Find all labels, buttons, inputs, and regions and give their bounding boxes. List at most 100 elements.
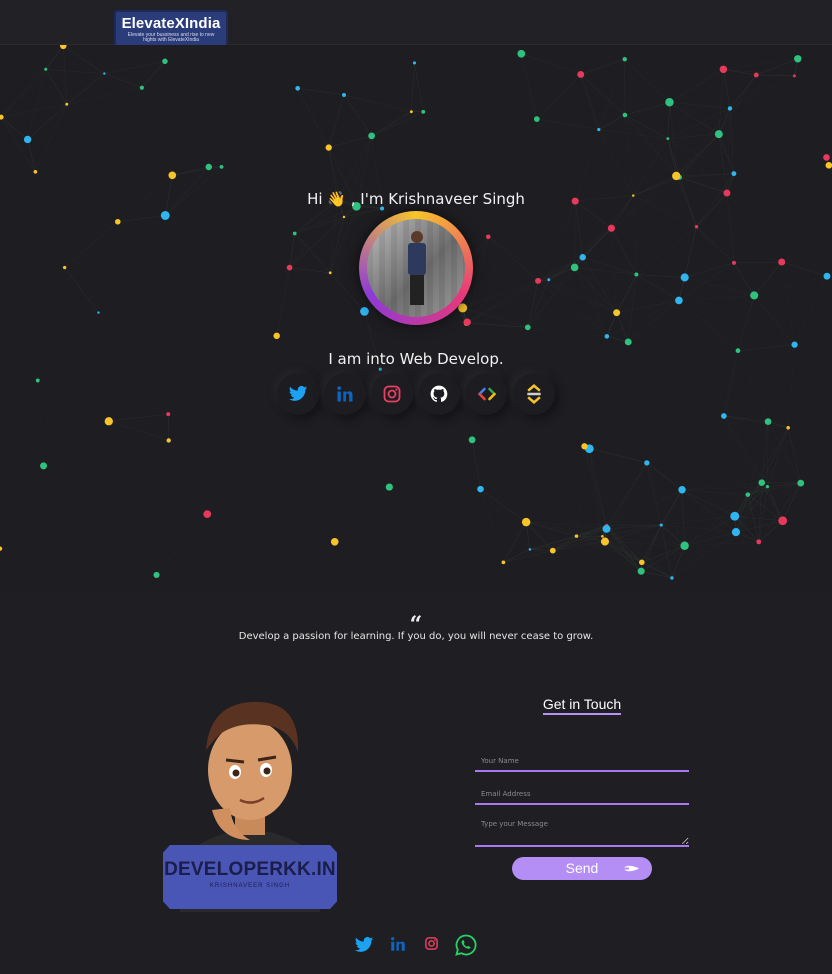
send-icon (622, 865, 639, 872)
particle-dot (597, 127, 601, 132)
particle-dot (421, 109, 426, 114)
particle-dot (342, 215, 346, 219)
particle-dot (203, 510, 212, 518)
particle-dot (412, 61, 417, 65)
top-header: ElevateXIndia Elevate your bussiness and… (0, 0, 832, 48)
particle-dot (97, 311, 100, 314)
particle-dot (622, 57, 627, 62)
particle-dot (825, 162, 832, 169)
particle-dot (574, 534, 579, 538)
particle-dot (823, 154, 830, 161)
particle-dot (547, 278, 551, 282)
particle-dot (600, 537, 610, 546)
particle-dot (604, 334, 610, 339)
particle-dot (670, 576, 674, 580)
particle-dot (622, 112, 628, 118)
particle-dot (114, 218, 121, 225)
logo-tagline: Elevate your bussiness and rise to new h… (127, 32, 215, 43)
particle-dot (721, 413, 727, 419)
particle-dot (678, 486, 686, 494)
contact-title: Get in Touch (482, 696, 682, 715)
profile-photo (367, 219, 465, 317)
particle-dot (62, 265, 67, 270)
particle-dot (756, 539, 762, 545)
instagram-link[interactable] (371, 373, 413, 415)
hashnode-link[interactable] (513, 373, 555, 415)
particle-dot (104, 417, 113, 426)
send-button[interactable]: Send (512, 857, 652, 880)
logo-name: ElevateXIndia (121, 15, 221, 32)
particle-dot (168, 171, 177, 180)
brand-subtitle: KRISHNAVEER SINGH (209, 883, 291, 889)
particle-dot (581, 443, 588, 450)
twitter-icon[interactable] (354, 935, 374, 955)
linkedin-icon (337, 386, 353, 402)
particle-dot (0, 546, 3, 551)
particle-dot (33, 169, 38, 174)
particle-dot (794, 55, 802, 63)
particle-dot (330, 537, 339, 546)
particle-dot (378, 367, 382, 371)
particle-dot (385, 483, 393, 491)
particle-dot (680, 273, 689, 282)
particle-dot (342, 92, 346, 97)
particle-dot (634, 272, 639, 277)
particle-dot (35, 378, 40, 383)
particle-dot (368, 132, 376, 140)
linkedin-link[interactable] (324, 373, 366, 415)
whatsapp-icon[interactable] (454, 933, 478, 957)
particle-dot (295, 85, 300, 91)
particle-dot (778, 516, 788, 526)
particle-dot (666, 137, 670, 141)
intro-text: I am into Web Develop. (328, 350, 504, 368)
particle-dot (778, 258, 786, 266)
code-icon (477, 387, 497, 401)
particle-dot (103, 72, 106, 75)
code-link[interactable] (465, 373, 507, 415)
particle-dot (758, 479, 766, 486)
hero-section: Hi 👋 , I'm Krishnaveer Singh I am into W… (0, 45, 832, 592)
particle-dot (637, 567, 645, 575)
particle-dot (823, 272, 831, 280)
greeting-text: Hi 👋 , I'm Krishnaveer Singh (307, 190, 525, 208)
particle-dot (745, 492, 751, 497)
particle-dot (166, 412, 171, 417)
particle-dot (764, 418, 772, 425)
instagram-icon[interactable] (424, 936, 439, 951)
particle-dot (44, 67, 48, 71)
twitter-link[interactable] (277, 373, 319, 415)
particle-dot (613, 309, 621, 317)
particle-dot (607, 224, 616, 232)
particle-dot (549, 547, 556, 554)
instagram-icon (383, 385, 401, 403)
particle-dot (797, 479, 805, 487)
particle-dot (517, 49, 526, 58)
particle-dot (730, 511, 740, 521)
footer-social-links (354, 933, 484, 957)
particle-dot (166, 438, 171, 443)
brand-title: DEVELOPERKK.IN (164, 859, 336, 880)
particle-dot (624, 338, 632, 346)
particle-dot (675, 296, 683, 305)
particle-dot (694, 225, 699, 229)
particle-dot (40, 462, 48, 470)
particle-dot (639, 559, 645, 566)
particle-dot (328, 271, 332, 275)
site-logo[interactable]: ElevateXIndia Elevate your bussiness and… (114, 10, 228, 48)
email-field[interactable] (475, 785, 689, 805)
particle-dot (644, 460, 650, 466)
twitter-icon (288, 386, 308, 401)
particle-dot (731, 528, 741, 537)
linkedin-icon[interactable] (389, 935, 407, 953)
particle-dot (160, 211, 170, 220)
particle-dot (786, 426, 790, 430)
particle-dot (732, 260, 736, 265)
name-field[interactable] (475, 752, 689, 772)
particle-dot (524, 324, 531, 331)
particle-dot (139, 85, 144, 90)
particle-dot (533, 116, 540, 122)
hashnode-icon (527, 384, 541, 404)
message-field[interactable] (475, 815, 689, 847)
github-link[interactable] (418, 373, 460, 415)
particle-dot (409, 110, 413, 114)
